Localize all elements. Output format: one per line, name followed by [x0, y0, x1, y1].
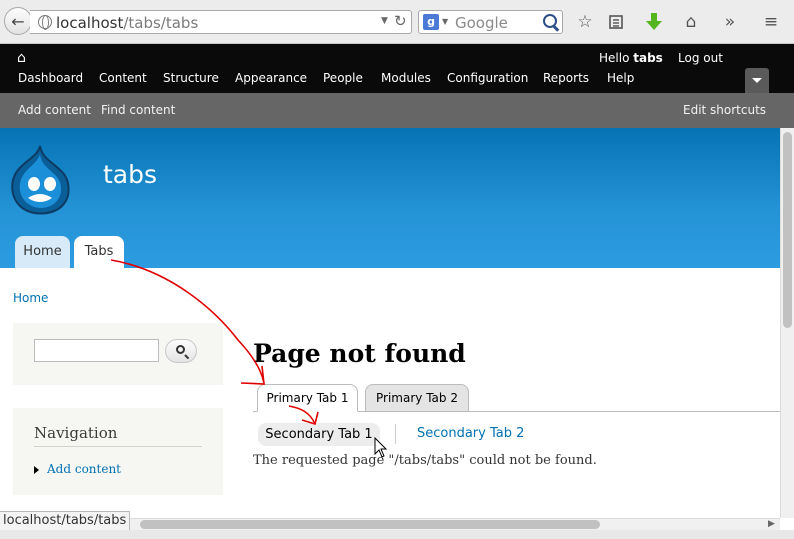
scroll-right-icon[interactable]: ▶: [768, 519, 775, 529]
menu-item-dashboard[interactable]: Dashboard: [18, 71, 83, 85]
home-icon[interactable]: ⌂: [680, 11, 702, 33]
primary-tab-2[interactable]: Primary Tab 2: [365, 384, 469, 412]
header-tab-home[interactable]: Home: [15, 236, 70, 268]
search-icon: [176, 345, 185, 354]
nav-link-add-content[interactable]: Add content: [47, 462, 121, 476]
menu-item-structure[interactable]: Structure: [163, 71, 219, 85]
secondary-tab-separator: [395, 424, 396, 444]
search-block: [13, 323, 223, 385]
site-name[interactable]: tabs: [103, 160, 157, 189]
overflow-icon[interactable]: »: [719, 11, 741, 33]
username[interactable]: tabs: [633, 51, 663, 65]
page-title: Page not found: [253, 339, 466, 368]
download-icon[interactable]: [643, 11, 665, 33]
shortcuts-toggle-button[interactable]: [745, 68, 769, 93]
search-icon[interactable]: [542, 13, 560, 31]
globe-icon: [38, 15, 52, 30]
url-path: /tabs/tabs: [123, 14, 199, 32]
menu-item-reports[interactable]: Reports: [543, 71, 589, 85]
back-icon[interactable]: ←: [4, 7, 32, 35]
vertical-scroll-thumb[interactable]: [783, 132, 792, 328]
shortcuts-bar: Add content Find content Edit shortcuts: [0, 93, 794, 128]
bullet-arrow-icon: [34, 466, 39, 474]
breadcrumb[interactable]: Home: [13, 291, 48, 305]
greeting-text: Hello: [599, 51, 630, 65]
window-bottom-edge: [0, 530, 794, 539]
navigation-title: Navigation: [34, 424, 118, 442]
secondary-tab-2[interactable]: Secondary Tab 2: [417, 426, 524, 441]
reading-list-icon[interactable]: [605, 11, 627, 33]
site-header: tabs Home Tabs: [0, 128, 780, 268]
bookmark-star-icon[interactable]: ☆: [574, 11, 596, 33]
header-tab-tabs[interactable]: Tabs: [74, 236, 124, 268]
navigation-block: Navigation Add content: [13, 408, 223, 495]
shortcut-find-content[interactable]: Find content: [101, 103, 175, 117]
admin-toolbar: ⌂ Hello tabs Log out Dashboard Content S…: [0, 44, 794, 93]
horizontal-scroll-thumb[interactable]: [140, 520, 600, 529]
menu-item-people[interactable]: People: [323, 71, 363, 85]
menu-item-configuration[interactable]: Configuration: [447, 71, 528, 85]
vertical-scrollbar[interactable]: [780, 128, 794, 518]
browser-search-box[interactable]: g ▼ Google: [418, 10, 563, 34]
primary-tab-1[interactable]: Primary Tab 1: [257, 384, 358, 412]
search-input[interactable]: [34, 339, 159, 362]
menu-item-modules[interactable]: Modules: [381, 71, 431, 85]
not-found-message: The requested page "/tabs/tabs" could no…: [253, 453, 597, 468]
navigation-divider: [34, 446, 202, 447]
search-engine-icon[interactable]: g: [423, 14, 439, 30]
url-host: localhost: [56, 14, 124, 32]
browser-toolbar: ← localhost/tabs/tabs ▼ ↻ g ▼ Google ☆ ⌂…: [0, 0, 794, 44]
annotation-arrowhead-primary-tab: [240, 365, 265, 385]
hamburger-menu-icon[interactable]: ≡: [760, 11, 782, 33]
edit-shortcuts-link[interactable]: Edit shortcuts: [683, 103, 766, 117]
url-dropdown-icon[interactable]: ▼: [381, 16, 388, 26]
shortcut-add-content[interactable]: Add content: [18, 103, 91, 117]
mouse-cursor-icon: [374, 437, 388, 458]
menu-item-content[interactable]: Content: [99, 71, 147, 85]
search-button[interactable]: [165, 339, 197, 363]
status-bar-url: localhost/tabs/tabs: [0, 511, 131, 530]
reload-icon[interactable]: ↻: [394, 12, 407, 30]
menu-item-appearance[interactable]: Appearance: [235, 71, 307, 85]
user-greeting: Hello tabs: [599, 51, 663, 65]
address-bar[interactable]: localhost/tabs/tabs ▼ ↻: [30, 10, 412, 34]
menu-item-help[interactable]: Help: [607, 71, 634, 85]
search-engine-dropdown-icon[interactable]: ▼: [442, 17, 448, 26]
address-text[interactable]: localhost/tabs/tabs: [56, 14, 198, 32]
drupal-logo[interactable]: [8, 144, 72, 216]
search-placeholder: Google: [455, 14, 508, 32]
secondary-tab-1[interactable]: Secondary Tab 1: [258, 423, 380, 446]
logout-link[interactable]: Log out: [678, 51, 723, 65]
toolbar-home-icon[interactable]: ⌂: [17, 50, 26, 66]
